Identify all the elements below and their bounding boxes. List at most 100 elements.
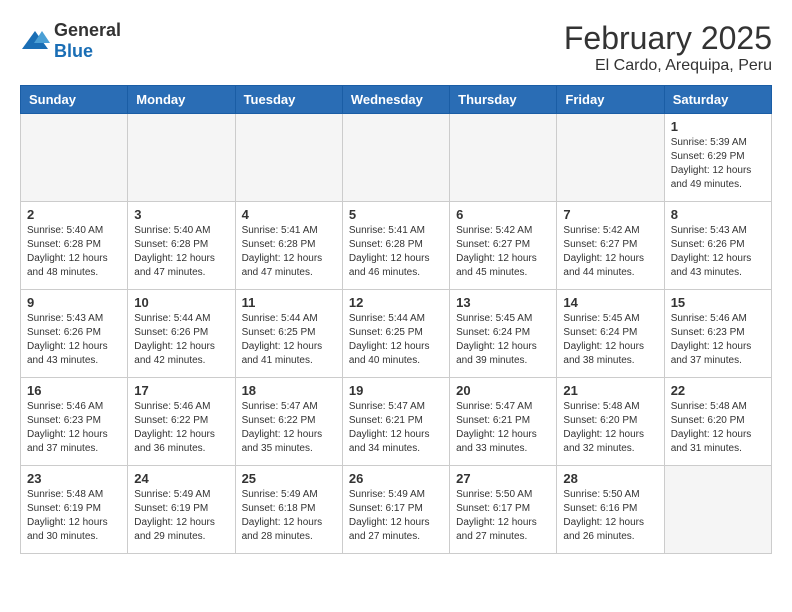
day-info: Sunrise: 5:50 AM Sunset: 6:16 PM Dayligh… <box>563 488 657 544</box>
calendar: SundayMondayTuesdayWednesdayThursdayFrid… <box>20 85 772 554</box>
day-info: Sunrise: 5:44 AM Sunset: 6:25 PM Dayligh… <box>242 312 336 368</box>
calendar-cell: 20Sunrise: 5:47 AM Sunset: 6:21 PM Dayli… <box>450 378 557 466</box>
day-info: Sunrise: 5:40 AM Sunset: 6:28 PM Dayligh… <box>27 224 121 280</box>
calendar-cell: 2 Sunrise: 5:40 AM Sunset: 6:28 PM Daylig… <box>21 202 128 290</box>
calendar-cell <box>664 466 771 554</box>
weekday-header-tuesday: Tuesday <box>235 86 342 114</box>
day-info: Sunrise: 5:43 AM Sunset: 6:26 PM Dayligh… <box>27 312 121 368</box>
calendar-cell: 14Sunrise: 5:45 AM Sunset: 6:24 PM Dayli… <box>557 290 664 378</box>
day-number: 27 <box>456 471 550 486</box>
day-info: Sunrise: 5:46 AM Sunset: 6:23 PM Dayligh… <box>671 312 765 368</box>
day-number: 8 <box>671 207 765 222</box>
calendar-cell <box>235 114 342 202</box>
day-number: 1 <box>671 119 765 134</box>
day-number: 18 <box>242 383 336 398</box>
calendar-cell <box>128 114 235 202</box>
logo-blue: Blue <box>54 41 93 61</box>
day-info: Sunrise: 5:49 AM Sunset: 6:17 PM Dayligh… <box>349 488 443 544</box>
calendar-cell <box>557 114 664 202</box>
calendar-cell: 28 Sunrise: 5:50 AM Sunset: 6:16 PM Dayli… <box>557 466 664 554</box>
week-row-0: 1 Sunrise: 5:39 AM Sunset: 6:29 PM Daylig… <box>21 114 772 202</box>
calendar-cell: 12 Sunrise: 5:44 AM Sunset: 6:25 PM Dayli… <box>342 290 449 378</box>
day-number: 5 <box>349 207 443 222</box>
day-info: Sunrise: 5:47 AM Sunset: 6:21 PM Dayligh… <box>349 400 443 456</box>
day-info: Sunrise: 5:40 AM Sunset: 6:28 PM Dayligh… <box>134 224 228 280</box>
day-number: 25 <box>242 471 336 486</box>
week-row-1: 2 Sunrise: 5:40 AM Sunset: 6:28 PM Daylig… <box>21 202 772 290</box>
day-number: 6 <box>456 207 550 222</box>
calendar-cell: 3 Sunrise: 5:40 AM Sunset: 6:28 PM Daylig… <box>128 202 235 290</box>
day-number: 13 <box>456 295 550 310</box>
day-info: Sunrise: 5:48 AM Sunset: 6:20 PM Dayligh… <box>563 400 657 456</box>
day-number: 4 <box>242 207 336 222</box>
day-number: 23 <box>27 471 121 486</box>
day-number: 11 <box>242 295 336 310</box>
day-number: 12 <box>349 295 443 310</box>
logo-text: General Blue <box>54 20 121 62</box>
day-info: Sunrise: 5:42 AM Sunset: 6:27 PM Dayligh… <box>563 224 657 280</box>
day-info: Sunrise: 5:48 AM Sunset: 6:19 PM Dayligh… <box>27 488 121 544</box>
title-area: February 2025 El Cardo, Arequipa, Peru <box>564 20 772 75</box>
calendar-cell: 10Sunrise: 5:44 AM Sunset: 6:26 PM Dayli… <box>128 290 235 378</box>
month-title: February 2025 <box>564 20 772 57</box>
calendar-cell: 17 Sunrise: 5:46 AM Sunset: 6:22 PM Dayli… <box>128 378 235 466</box>
calendar-cell <box>450 114 557 202</box>
calendar-cell: 11 Sunrise: 5:44 AM Sunset: 6:25 PM Dayli… <box>235 290 342 378</box>
day-info: Sunrise: 5:48 AM Sunset: 6:20 PM Dayligh… <box>671 400 765 456</box>
week-row-4: 23 Sunrise: 5:48 AM Sunset: 6:19 PM Dayli… <box>21 466 772 554</box>
logo-general: General <box>54 20 121 40</box>
location-title: El Cardo, Arequipa, Peru <box>564 57 772 75</box>
weekday-header-wednesday: Wednesday <box>342 86 449 114</box>
calendar-cell: 25 Sunrise: 5:49 AM Sunset: 6:18 PM Dayli… <box>235 466 342 554</box>
day-info: Sunrise: 5:46 AM Sunset: 6:23 PM Dayligh… <box>27 400 121 456</box>
day-info: Sunrise: 5:45 AM Sunset: 6:24 PM Dayligh… <box>456 312 550 368</box>
header: General Blue February 2025 El Cardo, Are… <box>20 20 772 75</box>
weekday-header-sunday: Sunday <box>21 86 128 114</box>
weekday-header-row: SundayMondayTuesdayWednesdayThursdayFrid… <box>21 86 772 114</box>
calendar-cell: 7 Sunrise: 5:42 AM Sunset: 6:27 PM Daylig… <box>557 202 664 290</box>
calendar-cell <box>342 114 449 202</box>
calendar-cell: 8 Sunrise: 5:43 AM Sunset: 6:26 PM Daylig… <box>664 202 771 290</box>
calendar-cell: 15 Sunrise: 5:46 AM Sunset: 6:23 PM Dayli… <box>664 290 771 378</box>
calendar-cell: 6 Sunrise: 5:42 AM Sunset: 6:27 PM Daylig… <box>450 202 557 290</box>
weekday-header-saturday: Saturday <box>664 86 771 114</box>
day-info: Sunrise: 5:46 AM Sunset: 6:22 PM Dayligh… <box>134 400 228 456</box>
day-number: 19 <box>349 383 443 398</box>
weekday-header-friday: Friday <box>557 86 664 114</box>
day-info: Sunrise: 5:41 AM Sunset: 6:28 PM Dayligh… <box>349 224 443 280</box>
day-info: Sunrise: 5:49 AM Sunset: 6:18 PM Dayligh… <box>242 488 336 544</box>
calendar-cell: 23 Sunrise: 5:48 AM Sunset: 6:19 PM Dayli… <box>21 466 128 554</box>
day-number: 28 <box>563 471 657 486</box>
calendar-cell: 16Sunrise: 5:46 AM Sunset: 6:23 PM Dayli… <box>21 378 128 466</box>
day-info: Sunrise: 5:47 AM Sunset: 6:21 PM Dayligh… <box>456 400 550 456</box>
week-row-2: 9 Sunrise: 5:43 AM Sunset: 6:26 PM Daylig… <box>21 290 772 378</box>
day-number: 10 <box>134 295 228 310</box>
calendar-cell: 1 Sunrise: 5:39 AM Sunset: 6:29 PM Daylig… <box>664 114 771 202</box>
day-info: Sunrise: 5:42 AM Sunset: 6:27 PM Dayligh… <box>456 224 550 280</box>
day-number: 15 <box>671 295 765 310</box>
calendar-cell: 22 Sunrise: 5:48 AM Sunset: 6:20 PM Dayli… <box>664 378 771 466</box>
weekday-header-thursday: Thursday <box>450 86 557 114</box>
day-number: 17 <box>134 383 228 398</box>
day-number: 2 <box>27 207 121 222</box>
logo-icon <box>20 29 50 53</box>
calendar-cell: 27 Sunrise: 5:50 AM Sunset: 6:17 PM Dayli… <box>450 466 557 554</box>
day-number: 22 <box>671 383 765 398</box>
day-number: 3 <box>134 207 228 222</box>
calendar-cell <box>21 114 128 202</box>
day-info: Sunrise: 5:39 AM Sunset: 6:29 PM Dayligh… <box>671 136 765 192</box>
calendar-cell: 18Sunrise: 5:47 AM Sunset: 6:22 PM Dayli… <box>235 378 342 466</box>
calendar-cell: 21Sunrise: 5:48 AM Sunset: 6:20 PM Dayli… <box>557 378 664 466</box>
day-number: 7 <box>563 207 657 222</box>
calendar-cell: 13 Sunrise: 5:45 AM Sunset: 6:24 PM Dayli… <box>450 290 557 378</box>
calendar-cell: 4Sunrise: 5:41 AM Sunset: 6:28 PM Daylig… <box>235 202 342 290</box>
day-info: Sunrise: 5:50 AM Sunset: 6:17 PM Dayligh… <box>456 488 550 544</box>
calendar-cell: 19 Sunrise: 5:47 AM Sunset: 6:21 PM Dayli… <box>342 378 449 466</box>
day-info: Sunrise: 5:44 AM Sunset: 6:25 PM Dayligh… <box>349 312 443 368</box>
day-number: 14 <box>563 295 657 310</box>
week-row-3: 16Sunrise: 5:46 AM Sunset: 6:23 PM Dayli… <box>21 378 772 466</box>
day-info: Sunrise: 5:43 AM Sunset: 6:26 PM Dayligh… <box>671 224 765 280</box>
calendar-cell: 5 Sunrise: 5:41 AM Sunset: 6:28 PM Daylig… <box>342 202 449 290</box>
day-number: 24 <box>134 471 228 486</box>
day-number: 9 <box>27 295 121 310</box>
